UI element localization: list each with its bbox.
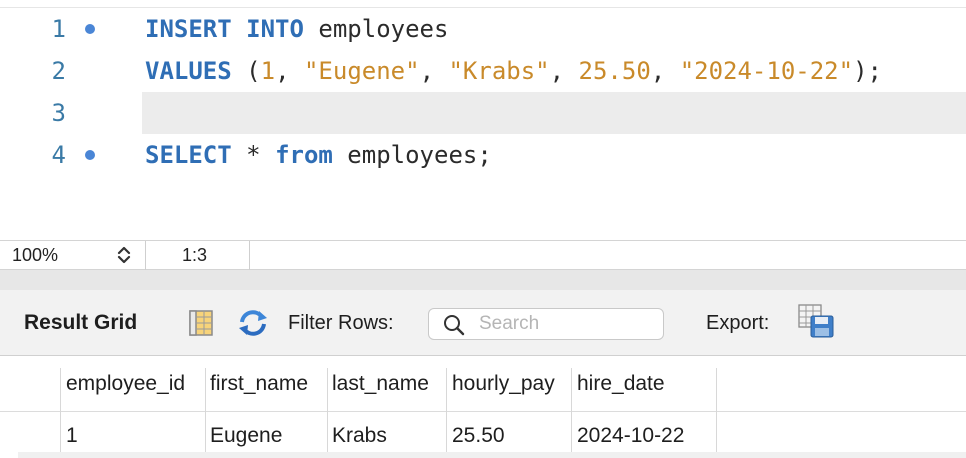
keyword: from	[275, 141, 333, 169]
string-literal: "Eugene"	[303, 57, 420, 85]
current-line-highlight	[142, 92, 966, 134]
column-separator[interactable]	[716, 368, 717, 412]
identifier: employees	[303, 15, 449, 43]
line-number: 4	[51, 141, 66, 169]
string-literal: "Krabs"	[448, 57, 550, 85]
filter-rows-label: Filter Rows:	[288, 312, 394, 334]
identifier: employees;	[332, 141, 492, 169]
grid-scroll-area	[18, 452, 966, 458]
panel-splitter[interactable]	[0, 270, 966, 290]
zoom-control[interactable]: 100%	[0, 241, 146, 271]
editor-line-4[interactable]: 4 SELECT * from employees;	[0, 134, 966, 176]
statement-marker-icon	[85, 150, 95, 160]
refresh-icon[interactable]	[236, 308, 270, 338]
column-separator[interactable]	[571, 368, 572, 412]
number-literal: 1	[260, 57, 276, 85]
zoom-level: 100%	[12, 245, 59, 265]
column-separator	[60, 368, 61, 412]
keyword: INTO	[246, 15, 304, 43]
line-number: 3	[51, 99, 66, 127]
punctuation: ,	[650, 57, 680, 85]
editor-top-border	[0, 0, 966, 8]
column-separator[interactable]	[327, 368, 328, 412]
line-number: 1	[51, 15, 66, 43]
editor-line-2[interactable]: 2 VALUES (1, "Eugene", "Krabs", 25.50, "…	[0, 50, 966, 92]
editor-line-1[interactable]: 1 INSERT INTO employees	[0, 8, 966, 50]
editor-line-3[interactable]: 3	[0, 92, 966, 134]
number-literal: 25.50	[578, 57, 651, 85]
cursor-position-label: 1:3	[182, 245, 208, 265]
punctuation: );	[853, 57, 882, 85]
punctuation: ,	[419, 57, 449, 85]
operator: *	[231, 141, 276, 169]
export-label: Export:	[706, 312, 770, 334]
table-cell[interactable]: 1	[66, 424, 78, 448]
keyword: VALUES	[145, 57, 232, 85]
sql-editor[interactable]: 1 INSERT INTO employees 2 VALUES (1, "Eu…	[0, 0, 966, 240]
line-number: 2	[51, 57, 66, 85]
column-separator[interactable]	[446, 368, 447, 412]
column-header-last-name[interactable]: last_name	[332, 372, 429, 396]
keyword: INSERT	[145, 15, 232, 43]
filter-search-box[interactable]	[428, 308, 664, 340]
result-grid-label: Result Grid	[24, 311, 138, 334]
punctuation: (	[231, 57, 261, 85]
punctuation: ,	[549, 57, 579, 85]
column-separator[interactable]	[205, 368, 206, 412]
code-line[interactable]: INSERT INTO employees	[145, 8, 448, 50]
string-literal: "2024-10-22"	[679, 57, 854, 85]
table-cell[interactable]: 25.50	[452, 424, 505, 448]
grid-view-icon[interactable]	[187, 309, 215, 337]
keyword: SELECT	[145, 141, 232, 169]
result-grid[interactable]: employee_id first_name last_name hourly_…	[0, 356, 966, 458]
table-cell[interactable]: Krabs	[332, 424, 387, 448]
column-header-first-name[interactable]: first_name	[210, 372, 308, 396]
code-line[interactable]: SELECT * from employees;	[145, 134, 492, 176]
code-line[interactable]: VALUES (1, "Eugene", "Krabs", 25.50, "20…	[145, 50, 882, 92]
result-toolbar: Result Grid Filter Rows: Export:	[0, 290, 966, 356]
chevron-up-down-icon[interactable]	[114, 244, 134, 266]
punctuation: ,	[275, 57, 304, 85]
statement-marker-icon	[85, 24, 95, 34]
export-icon[interactable]	[797, 303, 835, 339]
search-input[interactable]	[479, 312, 655, 336]
search-icon	[443, 314, 465, 336]
cursor-position: 1:3	[146, 241, 250, 271]
table-cell[interactable]: Eugene	[210, 424, 282, 448]
grid-header-row: employee_id first_name last_name hourly_…	[0, 356, 966, 412]
column-header-hourly-pay[interactable]: hourly_pay	[452, 372, 555, 396]
column-header-employee-id[interactable]: employee_id	[66, 372, 185, 396]
table-cell[interactable]: 2024-10-22	[577, 424, 684, 448]
column-header-hire-date[interactable]: hire_date	[577, 372, 665, 396]
editor-status-bar: 100% 1:3	[0, 240, 966, 271]
